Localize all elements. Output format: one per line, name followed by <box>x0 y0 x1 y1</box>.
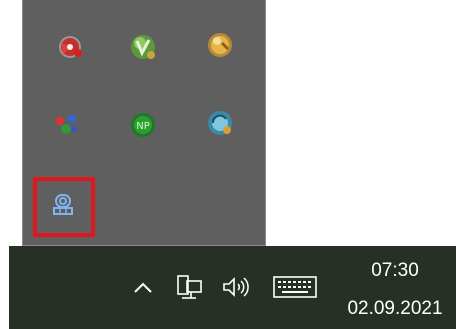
green-v-shield-icon[interactable] <box>126 30 160 64</box>
clock-date: 02.09.2021 <box>347 298 443 319</box>
network-icon[interactable] <box>172 271 208 303</box>
blue-sync-icon[interactable] <box>203 106 237 140</box>
clock-time: 07:30 <box>371 260 419 281</box>
svg-text:NP: NP <box>136 121 150 132</box>
speaker-icon[interactable] <box>218 271 254 303</box>
screen: NP 07:30 02.09.2021 <box>0 0 456 329</box>
green-np-icon[interactable]: NP <box>126 108 160 142</box>
taskbar: 07:30 02.09.2021 <box>9 246 456 329</box>
yellow-orb-icon[interactable] <box>203 28 237 62</box>
chevron-up-icon[interactable] <box>128 273 158 303</box>
colored-dots-icon[interactable] <box>50 108 84 142</box>
keyboard-icon[interactable] <box>272 272 318 302</box>
highlight-box <box>33 177 95 237</box>
taskbar-clock[interactable]: 07:30 02.09.2021 <box>340 256 450 321</box>
red-disc-app-icon[interactable] <box>53 30 87 64</box>
